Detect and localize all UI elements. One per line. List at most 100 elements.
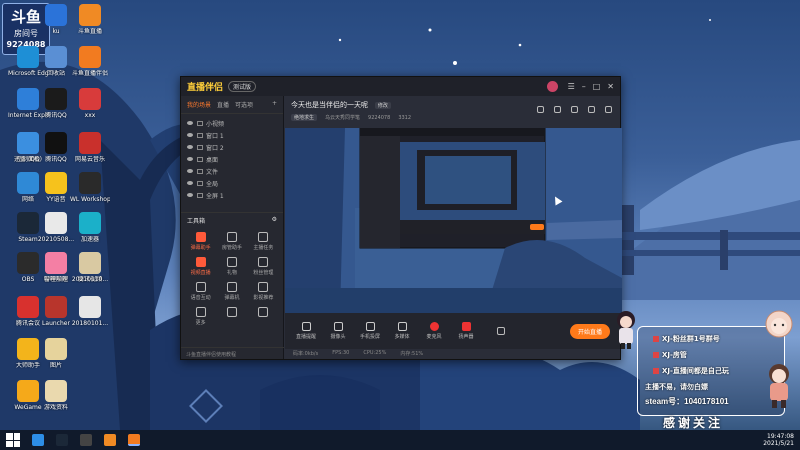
desktop-icon[interactable]: 游戏资料 xyxy=(36,380,76,411)
scene-list: 小视频 窗口 1 窗口 2 桌面文件 全局 全屏 1 xyxy=(181,114,283,204)
system-clock[interactable]: 19:47:08 2021/5/21 xyxy=(763,433,794,447)
overlay-line-fan-group: XJ-粉丝群1号群号 xyxy=(653,334,720,344)
delete-icon[interactable] xyxy=(537,106,544,113)
taskbar-edge-icon[interactable] xyxy=(32,434,44,446)
tutorial-link[interactable]: 斗鱼直播伴侣使用教程 xyxy=(181,347,284,359)
toolbar-icon xyxy=(365,322,375,331)
desktop-icon-label: 20210110... xyxy=(71,276,109,283)
toolbox-settings-icon[interactable]: ⚙ xyxy=(272,216,277,225)
eye-icon[interactable] xyxy=(187,157,193,161)
edit-title-button[interactable]: 修改 xyxy=(374,102,391,109)
eye-icon[interactable] xyxy=(187,193,193,197)
desktop-icon[interactable]: 网易云音乐 xyxy=(70,132,110,163)
scene-item[interactable]: 窗口 2 xyxy=(187,141,277,153)
toolbar-label: 麦克风 xyxy=(426,334,442,340)
desktop-icon-label: xxx xyxy=(84,112,96,119)
taskbar-steam-icon[interactable] xyxy=(56,434,68,446)
eye-icon[interactable] xyxy=(187,145,193,149)
tab-live[interactable]: 直播 xyxy=(217,100,229,109)
tool-label: 更多 xyxy=(195,320,206,326)
scene-item[interactable]: 桌面 xyxy=(187,153,277,165)
eye-icon[interactable] xyxy=(187,181,193,185)
desktop-icon-label: 网易云音乐 xyxy=(74,156,105,163)
desktop-icon[interactable]: 斗鱼直播 xyxy=(70,4,110,35)
desktop-icon[interactable]: 加速器 xyxy=(70,212,110,243)
tool-button[interactable]: 影视推荐 xyxy=(248,282,279,301)
tool-button[interactable]: 房管助手 xyxy=(216,232,247,251)
scene-item[interactable]: 小视频 xyxy=(187,117,277,129)
toolbar-button[interactable]: 扬声器 xyxy=(455,322,477,340)
toolbar-button[interactable]: 多媒体 xyxy=(391,322,413,340)
taskbar-app-icon[interactable] xyxy=(80,434,92,446)
bell-icon[interactable] xyxy=(588,106,595,113)
overlay-line-notice: 主播不易，请勿白嫖 xyxy=(645,383,708,391)
desktop-app-icon xyxy=(17,132,39,154)
tool-button[interactable] xyxy=(248,307,279,326)
stream-preview[interactable] xyxy=(285,128,622,313)
scene-item[interactable]: 全屏 1 xyxy=(187,189,277,201)
scene-item[interactable]: 窗口 1 xyxy=(187,129,277,141)
tool-button[interactable]: 弹幕助手 xyxy=(185,232,216,251)
copy-icon[interactable] xyxy=(554,106,561,113)
camera-settings-icon[interactable] xyxy=(497,327,505,335)
desktop-icon[interactable]: 图片 xyxy=(36,338,76,369)
desktop-icon[interactable]: 20210110... xyxy=(70,252,110,283)
maximize-icon[interactable]: □ xyxy=(593,82,601,91)
desktop-app-icon xyxy=(79,212,101,234)
eye-icon[interactable] xyxy=(187,121,193,125)
room-title[interactable]: 今天也是当伴侣的一天呢 xyxy=(291,101,368,109)
scene-item[interactable]: 文件 xyxy=(187,165,277,177)
toolbar-button[interactable]: 麦克风 xyxy=(423,322,445,340)
toolbar-button[interactable]: 手机投屏 xyxy=(359,322,381,340)
tool-icon xyxy=(195,232,206,242)
tool-button[interactable]: 弹幕机 xyxy=(216,282,247,301)
category-badge[interactable]: 绝地求生 xyxy=(291,114,318,121)
tool-label: 语音互动 xyxy=(190,295,211,301)
taskbar-companion-icon[interactable] xyxy=(128,434,140,446)
share-icon[interactable] xyxy=(605,106,612,113)
streamer-overlay: XJ-粉丝群1号群号 XJ-房管 XJ-直播间都是自己玩 主播不易，请勿白嫖 s… xyxy=(617,310,799,432)
eye-icon[interactable] xyxy=(187,169,193,173)
desktop-icon[interactable]: 20180101... xyxy=(70,296,110,327)
taskbar-douyu-icon[interactable] xyxy=(104,434,116,446)
status-item: 内存:51% xyxy=(400,351,424,357)
desktop-icon[interactable]: 控制面板 xyxy=(8,132,48,163)
streamer-name: 乌云天秀同学笔 xyxy=(325,115,361,121)
tool-button[interactable]: 语音互动 xyxy=(185,282,216,301)
scene-label: 文件 xyxy=(206,168,219,176)
streaming-companion-window: 直播伴侣 测试版 ☰ – □ ✕ 我的场景 直播 可选项 + 小视频 窗口 1 窗口… xyxy=(180,76,622,360)
tool-button[interactable]: 粉丝管理 xyxy=(248,257,279,276)
tool-button[interactable]: 视频直播 xyxy=(185,257,216,276)
toolbar-button[interactable]: 直播提醒 xyxy=(295,322,317,340)
desktop-icon[interactable]: xxx xyxy=(70,88,110,119)
user-avatar[interactable] xyxy=(546,81,558,92)
windows-start-icon[interactable] xyxy=(6,433,20,447)
desktop-icon[interactable]: 斗鱼直播伴侣 xyxy=(70,46,110,77)
toolbar-icon xyxy=(301,322,311,331)
eye-icon[interactable] xyxy=(187,133,193,137)
add-scene-icon[interactable]: + xyxy=(272,100,277,109)
tool-button[interactable]: 礼物 xyxy=(216,257,247,276)
tab-options[interactable]: 可选项 xyxy=(235,100,253,109)
status-item: 码率:0kb/s xyxy=(293,351,319,357)
window-icon[interactable] xyxy=(571,106,578,113)
close-icon[interactable]: ✕ xyxy=(607,82,614,91)
desktop-icon[interactable]: WL Workshop xyxy=(70,172,110,203)
tool-icon xyxy=(258,257,269,267)
tab-scenes[interactable]: 我的场景 xyxy=(187,100,211,109)
overlay-thanks: 感谢关注 xyxy=(663,416,724,430)
start-live-button[interactable]: 开始直播 xyxy=(569,323,610,339)
window-titlebar[interactable]: 直播伴侣 测试版 ☰ – □ ✕ xyxy=(181,77,620,96)
minimize-icon[interactable]: – xyxy=(582,82,586,91)
desktop-icon-label: 图片 xyxy=(49,362,62,369)
tool-button[interactable]: 主播任务 xyxy=(248,232,279,251)
desktop-app-icon xyxy=(45,338,67,360)
toolbar-button[interactable]: 摄像头 xyxy=(327,322,349,340)
tool-button[interactable]: 更多 xyxy=(185,307,216,326)
scene-label: 小视频 xyxy=(206,120,225,128)
taskbar: 19:47:08 2021/5/21 xyxy=(0,430,800,450)
desktop-app-icon xyxy=(79,132,101,154)
scene-item[interactable]: 全局 xyxy=(187,177,277,189)
tool-button[interactable] xyxy=(216,307,247,326)
menu-icon[interactable]: ☰ xyxy=(568,82,575,91)
